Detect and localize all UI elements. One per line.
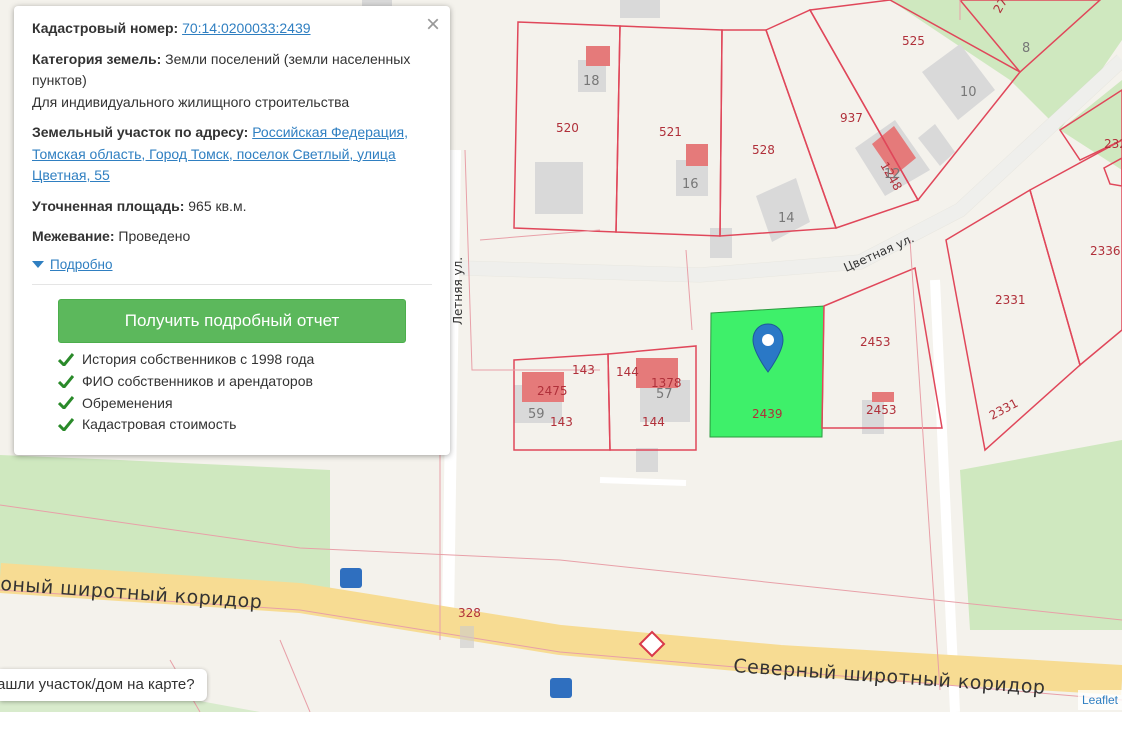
feature-text: История собственников с 1998 года bbox=[82, 351, 315, 368]
parcel-label: 521 bbox=[659, 125, 682, 139]
cadastral-number-link[interactable]: 70:14:0200033:2439 bbox=[182, 20, 310, 36]
parcel-label: 2331 bbox=[987, 396, 1021, 423]
parcel-label: 528 bbox=[752, 143, 775, 157]
parcel-label: 520 bbox=[556, 121, 579, 135]
get-report-button[interactable]: Получить подробный отчет bbox=[58, 298, 406, 343]
attribution-link[interactable]: Leaflet bbox=[1077, 690, 1122, 710]
parcel-label: 2453 bbox=[866, 403, 897, 417]
feature-text: Кадастровая стоимость bbox=[82, 416, 237, 433]
location-pin-icon[interactable] bbox=[751, 322, 785, 374]
cadastral-row: Кадастровый номер: 70:14:0200033:2439 bbox=[32, 18, 432, 40]
address-row: Земельный участок по адресу: Российская … bbox=[32, 122, 432, 187]
feature-item: История собственников с 1998 года bbox=[58, 349, 432, 371]
street-label-letnyaya: Летняя ул. bbox=[451, 257, 465, 325]
road-label-highway: Северный широтный коридор bbox=[733, 655, 1047, 699]
feature-item: Обременения bbox=[58, 392, 432, 414]
divider bbox=[32, 283, 432, 285]
parcel-label: 143 bbox=[572, 363, 595, 377]
category-label: Категория земель: bbox=[32, 50, 162, 67]
house-number: 59 bbox=[528, 407, 545, 422]
road-label-highway-left: оный широтный коридор bbox=[0, 573, 263, 613]
house-number: 57 bbox=[656, 387, 673, 402]
survey-value: Проведено bbox=[118, 228, 191, 244]
parcel-label: 2759 bbox=[990, 0, 1017, 15]
parcel-label: 144 bbox=[616, 365, 639, 379]
feature-text: Обременения bbox=[82, 394, 173, 411]
parcel-label: 2453 bbox=[860, 335, 891, 349]
street-label-tsvetnaya: Цветная ул. bbox=[842, 231, 917, 275]
cadastral-label: Кадастровый номер: bbox=[32, 20, 179, 36]
parcel-info-panel: × Кадастровый номер: 70:14:0200033:2439 … bbox=[14, 6, 450, 455]
parcel-label: 2439 bbox=[752, 407, 783, 421]
prompt-text: ашли участок/дом на карте? bbox=[0, 676, 195, 693]
found-parcel-prompt[interactable]: ашли участок/дом на карте? bbox=[0, 669, 207, 701]
parcel-label: 525 bbox=[902, 34, 925, 48]
feature-item: ФИО собственников и арендаторов bbox=[58, 370, 432, 392]
parcel-label: 2475 bbox=[537, 384, 568, 398]
details-toggle[interactable]: Подробно bbox=[32, 257, 432, 272]
parcel-label: 2336 bbox=[1090, 244, 1121, 258]
house-number: 8 bbox=[1022, 41, 1030, 56]
parcel-label: 937 bbox=[840, 111, 863, 125]
category-purpose: Для индивидуального жилищного строительс… bbox=[32, 93, 350, 110]
checkmark-icon bbox=[58, 352, 74, 366]
house-number: 12 bbox=[884, 167, 901, 182]
checkmark-icon bbox=[58, 396, 74, 410]
house-number: 18 bbox=[583, 74, 600, 89]
feature-item: Кадастровая стоимость bbox=[58, 414, 432, 436]
parcel-label: 144 bbox=[642, 415, 665, 429]
address-label: Земельный участок по адресу: bbox=[32, 124, 249, 140]
survey-label: Межевание: bbox=[32, 228, 115, 244]
triangle-down-icon bbox=[32, 260, 44, 268]
category-row: Категория земель: Земли поселений (земли… bbox=[32, 49, 432, 114]
house-number: 16 bbox=[682, 177, 699, 192]
parcel-label: 2331 bbox=[995, 293, 1026, 307]
close-icon[interactable]: × bbox=[426, 10, 440, 40]
details-link[interactable]: Подробно bbox=[50, 257, 113, 272]
parcel-label: 143 bbox=[550, 415, 573, 429]
feature-list: История собственников с 1998 года ФИО со… bbox=[58, 349, 432, 436]
area-value: 965 кв.м. bbox=[188, 197, 247, 214]
house-number: 10 bbox=[960, 85, 977, 100]
parcel-label: 232 bbox=[1104, 137, 1122, 151]
feature-text: ФИО собственников и арендаторов bbox=[82, 373, 313, 390]
house-number: 14 bbox=[778, 211, 795, 226]
area-label: Уточненная площадь: bbox=[32, 197, 185, 214]
area-row: Уточненная площадь: 965 кв.м. bbox=[32, 196, 432, 218]
checkmark-icon bbox=[58, 374, 74, 388]
checkmark-icon bbox=[58, 417, 74, 431]
parcel-label: 328 bbox=[458, 606, 481, 620]
survey-row: Межевание: Проведено bbox=[32, 226, 432, 248]
